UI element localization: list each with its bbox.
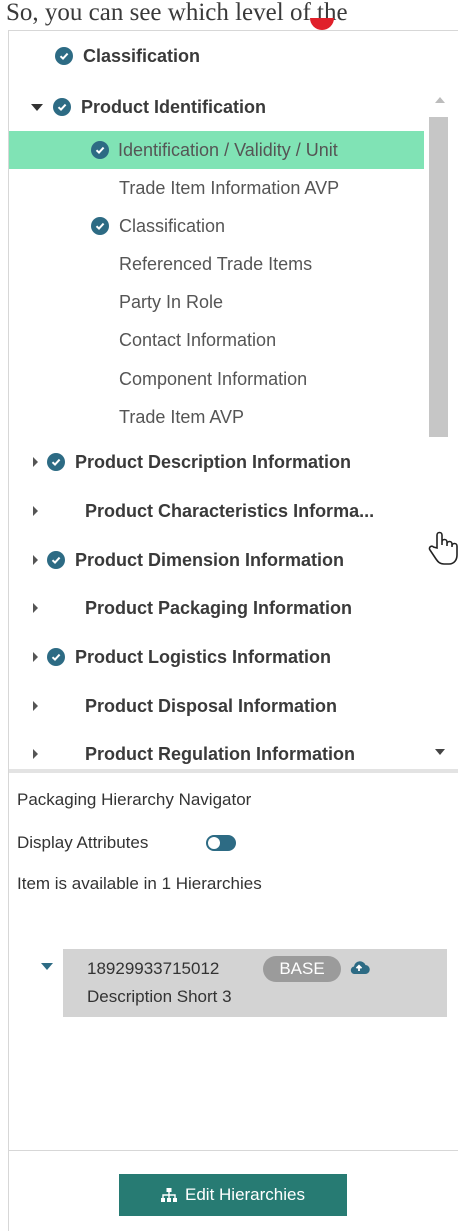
tree-item-label: Product Characteristics Informa... (85, 500, 375, 521)
caret-right-icon[interactable] (33, 701, 38, 711)
scroll-up-arrow-icon[interactable] (435, 97, 445, 103)
caret-right-icon[interactable] (33, 555, 38, 565)
check-circle-icon (47, 551, 65, 569)
tree-item-product-logistics-information[interactable]: Product Logistics Information (33, 638, 331, 676)
tree-item-label: Product Description Information (75, 451, 352, 472)
item-code: 18929933715012 (87, 959, 220, 978)
hand-cursor-icon (428, 531, 458, 565)
caret-down-icon[interactable] (41, 963, 53, 970)
tree-item-label: Party In Role (119, 291, 224, 312)
check-circle-icon (47, 648, 65, 666)
tree-item-product-description-information[interactable]: Product Description Information (33, 443, 351, 481)
check-circle-icon (53, 98, 71, 116)
tree-item-label: Product Identification (81, 96, 267, 117)
base-badge: BASE (263, 956, 341, 982)
tree-item-identification-validity-unit[interactable]: Identification / Validity / Unit (9, 131, 424, 169)
navigator-title: Packaging Hierarchy Navigator (17, 790, 252, 809)
tree-item-classification[interactable]: Classification (91, 207, 225, 245)
toggle-knob (208, 837, 220, 849)
tree-item-classification-top[interactable]: Classification (55, 37, 200, 75)
caret-right-icon[interactable] (33, 603, 38, 613)
check-circle-icon (55, 47, 73, 65)
caret-right-icon[interactable] (33, 457, 38, 467)
tree-item-label: Classification (119, 215, 226, 236)
tree-item-label: Product Dimension Information (75, 549, 345, 570)
hierarchy-item[interactable]: 18929933715012 BASE Description Short 3 (63, 949, 447, 1017)
check-circle-icon (91, 141, 109, 159)
tree-panel: Classification Product Identification Id… (8, 30, 458, 1231)
caption-text: So, you can see which level of the (6, 0, 458, 30)
red-annotation-mark (310, 18, 334, 30)
tree-item-trade-item-information-avp[interactable]: Trade Item Information AVP (119, 169, 339, 207)
check-circle-icon (91, 217, 109, 235)
tree-item-product-disposal-information[interactable]: Product Disposal Information (33, 687, 337, 725)
scrollbar-thumb[interactable] (429, 117, 448, 437)
scroll-down-arrow-icon[interactable] (435, 749, 445, 755)
tree-item-trade-item-avp[interactable]: Trade Item AVP (119, 398, 244, 436)
caret-right-icon[interactable] (33, 652, 38, 662)
tree-item-product-dimension-information[interactable]: Product Dimension Information (33, 541, 344, 579)
availability-text: Item is available in 1 Hierarchies (17, 874, 262, 893)
caret-right-icon[interactable] (33, 749, 38, 759)
attribute-tree: Classification Product Identification Id… (9, 31, 458, 769)
cloud-upload-icon[interactable] (348, 958, 370, 976)
check-circle-icon (47, 453, 65, 471)
tree-item-label: Contact Information (119, 329, 277, 350)
tree-item-label: Trade Item Information AVP (119, 177, 340, 198)
tree-item-party-in-role[interactable]: Party In Role (119, 283, 223, 321)
tree-item-product-packaging-information[interactable]: Product Packaging Information (33, 589, 352, 627)
tree-item-contact-information[interactable]: Contact Information (119, 321, 276, 359)
tree-item-label: Product Packaging Information (85, 597, 353, 618)
caret-right-icon[interactable] (33, 506, 38, 516)
tree-item-label: Identification / Validity / Unit (118, 139, 338, 160)
tree-item-label: Component Information (119, 368, 308, 389)
tree-item-label: Product Disposal Information (85, 695, 338, 716)
edit-hierarchies-label: Edit Hierarchies (185, 1185, 305, 1204)
caret-down-icon[interactable] (31, 103, 43, 111)
tree-scrollbar[interactable] (427, 91, 453, 761)
footer-divider (9, 1150, 458, 1151)
item-description: Description Short 3 (87, 987, 232, 1006)
edit-hierarchies-button[interactable]: Edit Hierarchies (119, 1174, 347, 1216)
tree-item-referenced-trade-items[interactable]: Referenced Trade Items (119, 245, 312, 283)
tree-item-label: Classification (83, 45, 201, 66)
tree-item-label: Product Regulation Information (85, 743, 355, 764)
tree-item-product-identification[interactable]: Product Identification (31, 88, 266, 126)
sitemap-icon (161, 1188, 177, 1202)
display-attributes-label: Display Attributes (17, 833, 149, 852)
tree-item-label: Referenced Trade Items (119, 253, 313, 274)
tree-item-label: Trade Item AVP (119, 406, 245, 427)
packaging-hierarchy-navigator: Packaging Hierarchy Navigator Display At… (9, 773, 458, 1231)
tree-item-component-information[interactable]: Component Information (119, 360, 307, 398)
tree-item-product-characteristics-information[interactable]: Product Characteristics Informa... (33, 492, 374, 530)
display-attributes-toggle[interactable] (206, 835, 236, 851)
tree-item-label: Product Logistics Information (75, 646, 332, 667)
tree-item-product-regulation-information[interactable]: Product Regulation Information (33, 735, 355, 769)
